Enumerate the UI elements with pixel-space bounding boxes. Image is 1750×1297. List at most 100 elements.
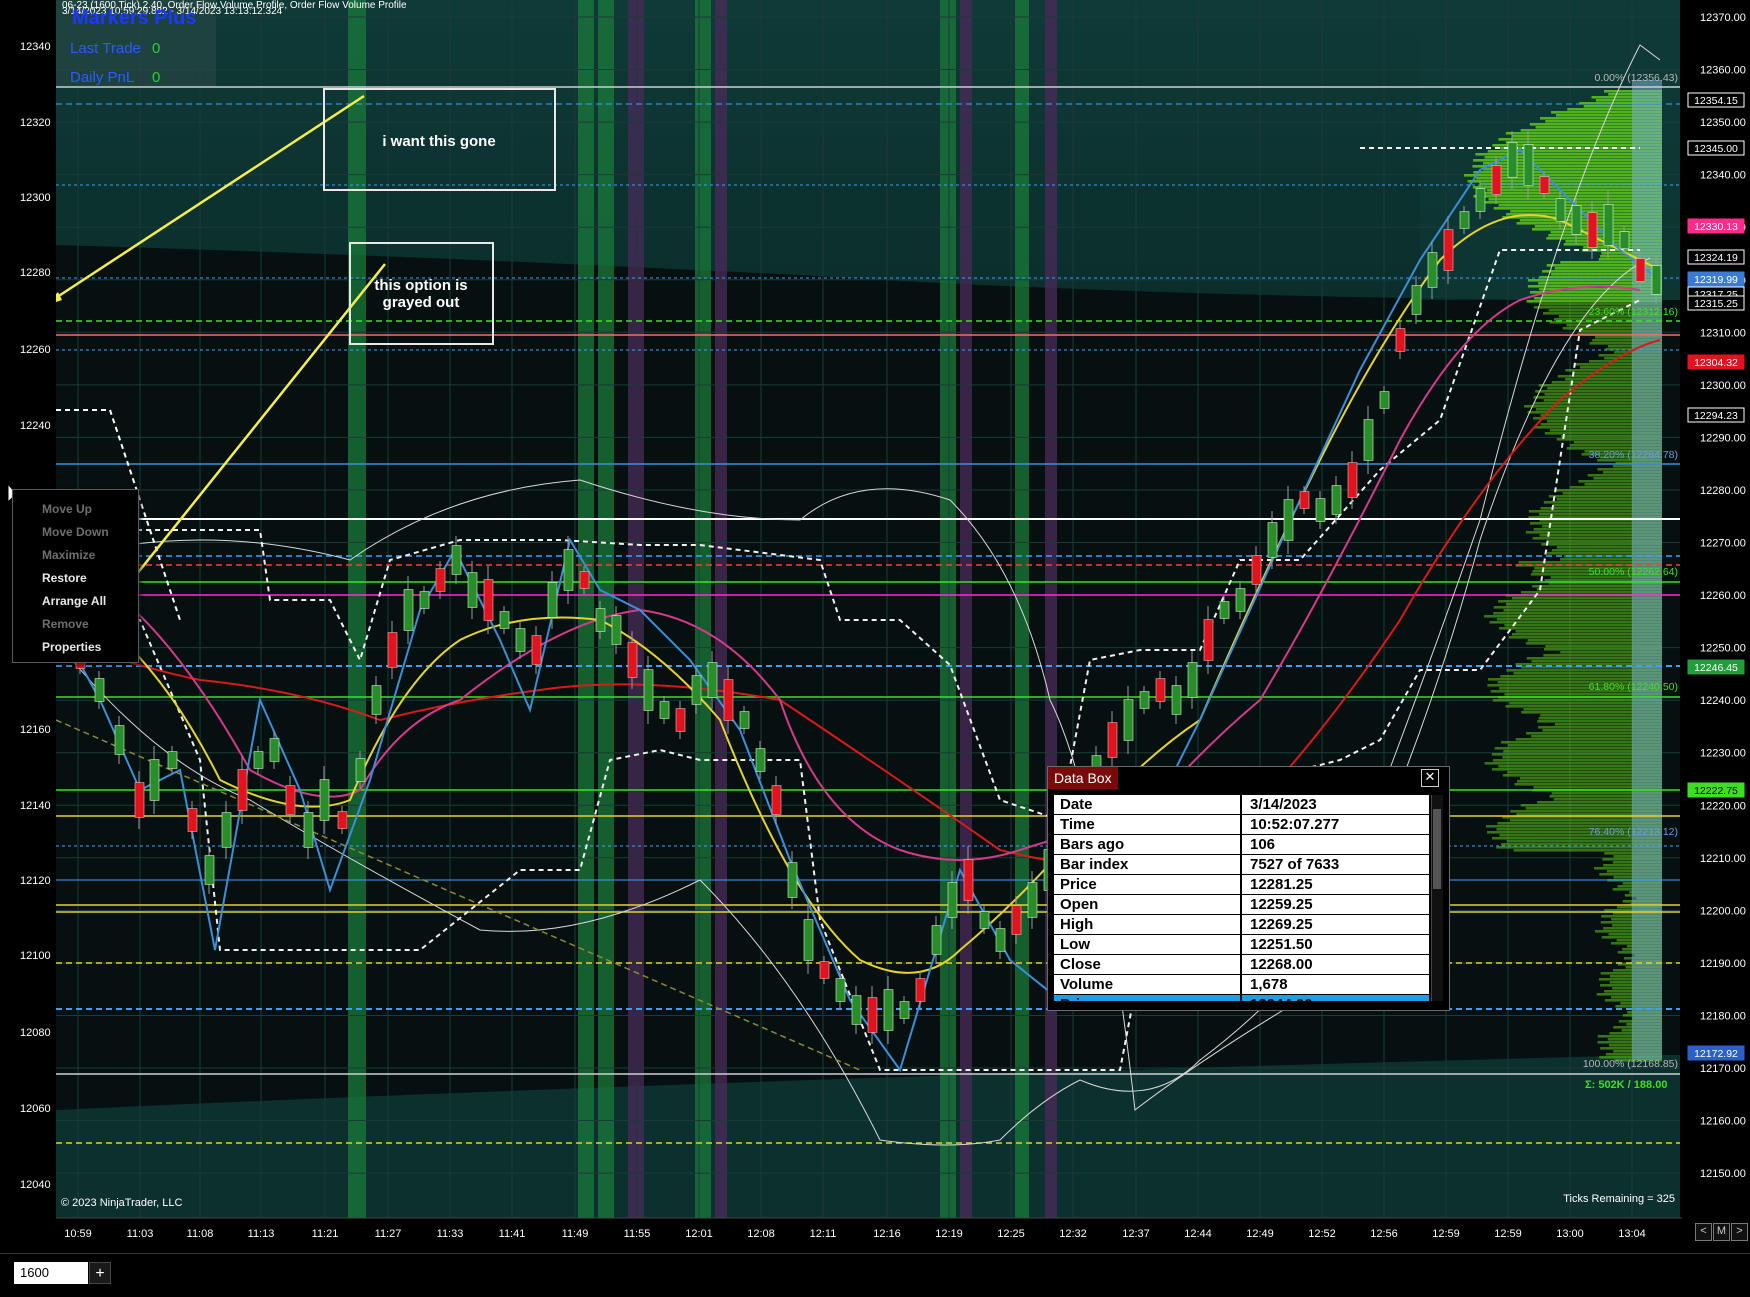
candle-body	[1171, 685, 1182, 715]
menu-item-remove[interactable]: Remove	[13, 613, 138, 636]
menu-item-restore[interactable]: Restore	[13, 567, 138, 590]
time-axis-label: 12:44	[1184, 1228, 1212, 1240]
candle-body	[1123, 699, 1134, 741]
candle-body	[899, 1001, 910, 1019]
candle-body	[1107, 722, 1118, 758]
price-tag: 12222.75	[1694, 785, 1738, 797]
left-axis-label: 12120	[20, 875, 51, 887]
candle-body	[435, 568, 446, 592]
data-box-key: Price range	[1054, 995, 1242, 1001]
candle-body	[595, 608, 606, 632]
right-axis-label: 12180.00	[1700, 1010, 1746, 1022]
candle-body	[1411, 285, 1422, 315]
candle-body	[483, 579, 494, 621]
price-tag: 12345.00	[1694, 143, 1738, 155]
menu-item-properties[interactable]: Properties	[13, 636, 138, 659]
time-axis-label: 11:33	[437, 1228, 464, 1240]
candle-body	[1251, 555, 1262, 585]
candle-body	[1331, 485, 1342, 515]
candle-body	[691, 675, 702, 705]
candle-body	[134, 782, 145, 818]
menu-item-arrange-all[interactable]: Arrange All	[13, 590, 138, 613]
candle-body	[451, 545, 462, 575]
time-axis-label: 11:27	[375, 1228, 402, 1240]
time-axis-label: 10:59	[64, 1228, 92, 1240]
m-button[interactable]: M	[1713, 1223, 1730, 1241]
right-axis-label: 12300.00	[1700, 380, 1746, 392]
data-box-row: Price 12281.25	[1054, 875, 1429, 895]
candle-body	[1475, 188, 1486, 212]
data-box-value: 12251.50	[1250, 936, 1313, 953]
candle-body	[1491, 165, 1502, 195]
time-axis-label: 12:01	[685, 1228, 713, 1240]
right-axis-label: 12160.00	[1700, 1116, 1746, 1128]
candle-body	[1139, 691, 1150, 709]
time-axis-label: 12:19	[935, 1228, 963, 1240]
menu-item-maximize[interactable]: Maximize	[13, 544, 138, 567]
candle-body	[1267, 522, 1278, 558]
fib-label: 100.00% (12168.85)	[1583, 1058, 1678, 1070]
candle-body	[1027, 882, 1038, 918]
price-tag: 12319.99	[1694, 274, 1738, 286]
data-box-window[interactable]: Data Box ✕ Date 3/14/2023 Time 10:52:07.277…	[1047, 766, 1450, 1011]
right-axis-label: 12210.00	[1700, 853, 1746, 865]
scrollbar-thumb[interactable]	[1433, 809, 1441, 889]
data-box-key: Price	[1054, 875, 1242, 894]
left-axis-label: 12060	[20, 1103, 51, 1115]
left-axis-label: 12140	[20, 800, 51, 812]
time-axis-label: 12:59	[1494, 1228, 1522, 1240]
time-axis-label: 11:49	[562, 1228, 589, 1240]
scroll-right-button[interactable]: >	[1731, 1223, 1748, 1241]
data-box-titlebar[interactable]: Data Box ✕	[1048, 767, 1449, 789]
time-axis-label: 11:03	[127, 1228, 154, 1240]
left-axis-label: 12320	[20, 117, 51, 129]
price-chart[interactable]: 06-23 (1600 Tick) 2.40, Order Flow Volum…	[0, 0, 1750, 1296]
candle-body	[1219, 601, 1230, 619]
candle-body	[787, 862, 798, 898]
data-box-key: Low	[1054, 935, 1242, 954]
candle-body	[149, 759, 160, 801]
add-tab-button[interactable]: +	[89, 1262, 111, 1284]
copyright-text: © 2023 NinjaTrader, LLC	[61, 1197, 182, 1209]
menu-item-move-down[interactable]: Move Down	[13, 521, 138, 544]
candle-body	[237, 769, 248, 811]
left-axis-label: 12080	[20, 1027, 51, 1039]
candle-body	[1363, 419, 1374, 461]
time-axis-label: 12:59	[1432, 1228, 1460, 1240]
data-box-value: 3/14/2023	[1250, 796, 1317, 813]
candle-body	[1619, 231, 1630, 249]
right-axis-label: 12250.00	[1700, 643, 1746, 655]
data-box-row: Bar index 7527 of 7633	[1054, 855, 1429, 875]
data-box-row: Close 12268.00	[1054, 955, 1429, 975]
candle-body	[1587, 212, 1598, 248]
data-box-title: Data Box	[1048, 767, 1118, 789]
right-axis-label: 12340.00	[1700, 170, 1746, 182]
time-axis-label: 12:52	[1308, 1228, 1336, 1240]
time-axis-label: 12:32	[1059, 1228, 1087, 1240]
data-box-scrollbar[interactable]	[1431, 795, 1443, 1001]
fib-label: 0.00% (12356.43)	[1595, 72, 1678, 84]
left-axis-label: 12260	[20, 344, 51, 356]
data-box-key: Bar index	[1054, 855, 1242, 874]
data-box-value: 10:52:07.277	[1250, 816, 1340, 833]
price-tag: 12246.45	[1694, 662, 1738, 674]
candle-body	[547, 582, 558, 618]
tab-1600[interactable]: 1600	[14, 1262, 88, 1284]
candle-body	[563, 549, 574, 591]
scroll-left-button[interactable]: <	[1695, 1223, 1712, 1241]
left-axis-label: 12300	[20, 192, 51, 204]
data-box-grid: Date 3/14/2023 Time 10:52:07.277 Bars ago 106…	[1054, 795, 1429, 1001]
close-icon[interactable]: ✕	[1421, 769, 1439, 787]
time-axis-label: 11:21	[312, 1228, 339, 1240]
time-axis-label: 11:41	[499, 1228, 526, 1240]
time-axis-label: 13:00	[1556, 1228, 1584, 1240]
bottom-tab-bar: 1600 +	[0, 1253, 1750, 1297]
daily-pnl-label: Daily PnL	[70, 69, 134, 86]
menu-item-move-up[interactable]: Move Up	[13, 498, 138, 521]
candle-body	[1011, 905, 1022, 935]
context-menu[interactable]: Move Up Move Down Maximize Restore Arrange A…	[12, 489, 139, 663]
data-box-value: 12281.25	[1250, 876, 1313, 893]
candle-body	[1187, 662, 1198, 698]
candle-body	[1203, 619, 1214, 661]
candle-body	[1379, 391, 1390, 409]
